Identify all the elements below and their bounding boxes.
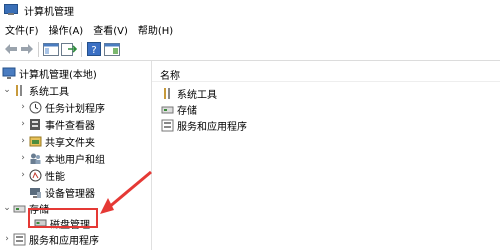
- svg-text:?: ?: [91, 45, 96, 56]
- toolbar-separator: [38, 41, 39, 57]
- tree-item-system-tools[interactable]: ⌄ 系统工具: [2, 82, 69, 98]
- tree-item-local-users-groups[interactable]: › 本地用户和组: [18, 150, 105, 166]
- properties-icon[interactable]: [103, 41, 121, 57]
- tree-item-label: 服务和应用程序: [29, 235, 99, 247]
- menu-bar: 文件(F) 操作(A) 查看(V) 帮助(H): [0, 20, 500, 38]
- list-item-label: 存储: [177, 105, 197, 117]
- tree-item-label: 本地用户和组: [45, 154, 105, 166]
- column-divider: [152, 81, 500, 82]
- event-viewer-icon: [28, 117, 42, 131]
- tree-item-label: 设备管理器: [45, 188, 95, 200]
- shared-folder-icon: [28, 134, 42, 148]
- tree-item-services-applications[interactable]: › 服务和应用程序: [2, 231, 99, 247]
- list-item-label: 系统工具: [177, 89, 217, 101]
- tree-item-label: 任务计划程序: [45, 103, 105, 115]
- tools-icon: [12, 83, 26, 97]
- list-item-label: 服务和应用程序: [177, 121, 247, 133]
- chevron-right-icon[interactable]: ›: [18, 150, 28, 166]
- list-item-system-tools[interactable]: 系统工具: [160, 85, 217, 101]
- chevron-right-icon[interactable]: ›: [2, 231, 12, 247]
- computer-icon: [2, 66, 16, 80]
- chevron-right-icon[interactable]: ›: [18, 133, 28, 149]
- services-icon: [160, 118, 174, 132]
- window-title: 计算机管理: [24, 6, 74, 18]
- chevron-down-icon[interactable]: ⌄: [2, 200, 12, 216]
- help-icon[interactable]: ?: [85, 41, 103, 57]
- menu-action[interactable]: 操作(A): [44, 22, 89, 37]
- toolbar: ?: [0, 38, 500, 61]
- chevron-down-icon[interactable]: ⌄: [2, 82, 12, 98]
- computer-management-icon: [4, 4, 18, 16]
- tools-icon: [160, 86, 174, 100]
- tree-item-label: 共享文件夹: [45, 137, 95, 149]
- tree-item-root[interactable]: 计算机管理(本地): [2, 65, 97, 81]
- chevron-right-icon[interactable]: ›: [18, 99, 28, 115]
- tree-item-label: 系统工具: [29, 86, 69, 98]
- performance-icon: [28, 168, 42, 182]
- menu-file[interactable]: 文件(F): [0, 22, 44, 37]
- tree-item-label: 事件查看器: [45, 120, 95, 132]
- list-item-services-applications[interactable]: 服务和应用程序: [160, 117, 247, 133]
- export-list-icon[interactable]: [60, 41, 78, 57]
- forward-arrow-icon[interactable]: [19, 41, 35, 57]
- storage-icon: [12, 201, 26, 215]
- highlight-box: [28, 208, 98, 228]
- results-pane: 名称 系统工具 存储 服务和应用程序: [152, 61, 500, 250]
- title-bar: 计算机管理: [0, 0, 500, 20]
- storage-icon: [160, 102, 174, 116]
- clock-icon: [28, 100, 42, 114]
- device-manager-icon: [28, 185, 42, 199]
- tree-item-event-viewer[interactable]: › 事件查看器: [18, 116, 95, 132]
- tree-item-shared-folders[interactable]: › 共享文件夹: [18, 133, 95, 149]
- tree-item-performance[interactable]: › 性能: [18, 167, 65, 183]
- show-hide-console-tree-icon[interactable]: [42, 41, 60, 57]
- menu-view[interactable]: 查看(V): [88, 22, 133, 37]
- back-arrow-icon[interactable]: [3, 41, 19, 57]
- services-icon: [12, 232, 26, 246]
- users-icon: [28, 151, 42, 165]
- column-header-name[interactable]: 名称: [160, 67, 180, 82]
- toolbar-separator: [81, 41, 82, 57]
- tree-item-task-scheduler[interactable]: › 任务计划程序: [18, 99, 105, 115]
- list-item-storage[interactable]: 存储: [160, 101, 197, 117]
- chevron-right-icon[interactable]: ›: [18, 116, 28, 132]
- chevron-right-icon[interactable]: ›: [18, 167, 28, 183]
- tree-item-label: 计算机管理(本地): [19, 69, 97, 81]
- tree-item-label: 性能: [45, 171, 65, 183]
- tree-item-device-manager[interactable]: 设备管理器: [28, 184, 95, 200]
- menu-help[interactable]: 帮助(H): [133, 22, 178, 37]
